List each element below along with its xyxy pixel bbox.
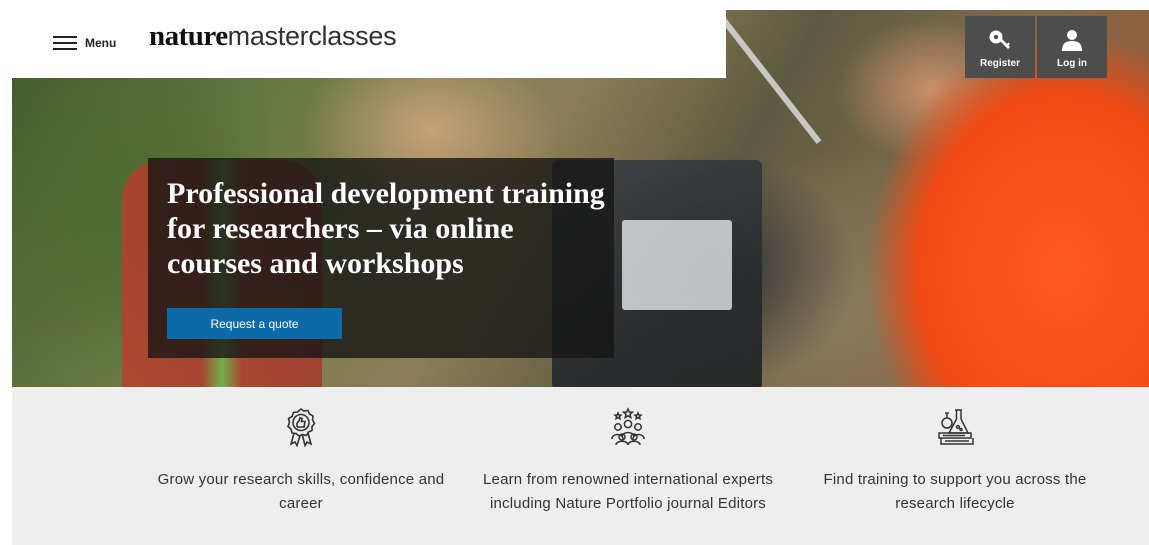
feature-item: Find training to support you across the … — [805, 407, 1105, 516]
register-label: Register — [979, 58, 1020, 69]
features-band: Grow your research skills, confidence an… — [12, 387, 1149, 545]
logo-masterclasses: masterclasses — [227, 21, 397, 51]
feature-text: Learn from renowned international expert… — [482, 471, 774, 512]
award-ribbon-icon — [287, 407, 316, 447]
hero-card: Professional development training for re… — [148, 158, 614, 358]
feature-item: Learn from renowned international expert… — [478, 407, 778, 516]
hero-photo-detail — [712, 10, 822, 144]
feature-text: Grow your research skills, confidence an… — [157, 471, 445, 512]
hero-title: Professional development training for re… — [167, 177, 605, 280]
menu-label: Menu — [85, 36, 117, 50]
site-header: Menu naturemasterclasses — [12, 10, 726, 78]
login-button[interactable]: Log in — [1037, 16, 1107, 78]
feature-item: Grow your research skills, confidence an… — [151, 407, 451, 516]
user-icon — [1062, 30, 1082, 51]
experts-group-icon — [611, 407, 645, 446]
menu-button[interactable]: Menu — [53, 31, 116, 55]
logo-nature: nature — [149, 20, 228, 52]
register-button[interactable]: Register — [965, 16, 1035, 78]
key-icon — [989, 30, 1010, 49]
feature-text: Find training to support you across the … — [823, 471, 1087, 512]
login-label: Log in — [1057, 58, 1087, 69]
site-logo[interactable]: naturemasterclasses — [149, 20, 397, 53]
hamburger-icon — [53, 34, 77, 52]
request-quote-button[interactable]: Request a quote — [167, 308, 342, 339]
lab-flask-books-icon — [938, 409, 974, 445]
